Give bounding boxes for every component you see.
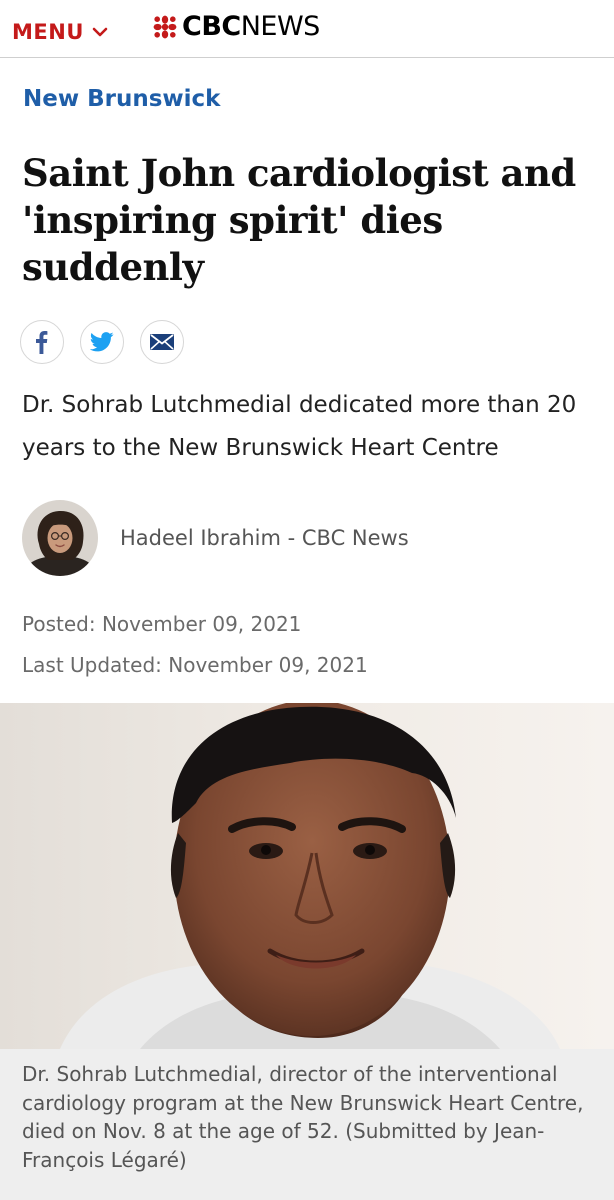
menu-label: MENU	[12, 20, 84, 44]
cbc-news-logo[interactable]: CBCNEWS	[152, 10, 320, 44]
posted-date: Posted: November 09, 2021	[22, 612, 302, 636]
author-avatar	[22, 500, 98, 576]
facebook-icon	[36, 331, 48, 354]
logo-brand-text: CBC	[182, 11, 241, 42]
article-deck: Dr. Sohrab Lutchmedial dedicated more th…	[22, 392, 577, 461]
byline: Hadeel Ibrahim - CBC News	[22, 500, 409, 576]
portrait-image	[0, 703, 614, 1049]
logo-wordmark: CBCNEWS	[182, 12, 320, 42]
share-twitter-button[interactable]	[80, 320, 124, 364]
menu-button[interactable]: MENU	[12, 18, 108, 46]
author-name[interactable]: Hadeel Ibrahim - CBC News	[120, 526, 409, 550]
share-buttons	[20, 320, 184, 364]
article-photo[interactable]	[0, 703, 614, 1049]
article-headline: Saint John cardiologist and 'inspiring s…	[22, 151, 576, 289]
twitter-icon	[90, 332, 114, 352]
share-facebook-button[interactable]	[20, 320, 64, 364]
email-icon	[150, 334, 174, 350]
updated-date: Last Updated: November 09, 2021	[22, 653, 368, 677]
cbc-gem-icon	[153, 15, 177, 39]
section-link[interactable]: New Brunswick	[23, 86, 220, 112]
chevron-down-icon	[92, 27, 108, 37]
photo-caption: Dr. Sohrab Lutchmedial, director of the …	[0, 1049, 614, 1200]
author-photo	[22, 500, 98, 576]
top-navigation-bar: MENU CBCNEWS	[0, 0, 614, 58]
article-dates: Posted: November 09, 2021 Last Updated: …	[22, 604, 368, 686]
share-email-button[interactable]	[140, 320, 184, 364]
logo-news-text: NEWS	[240, 11, 321, 42]
